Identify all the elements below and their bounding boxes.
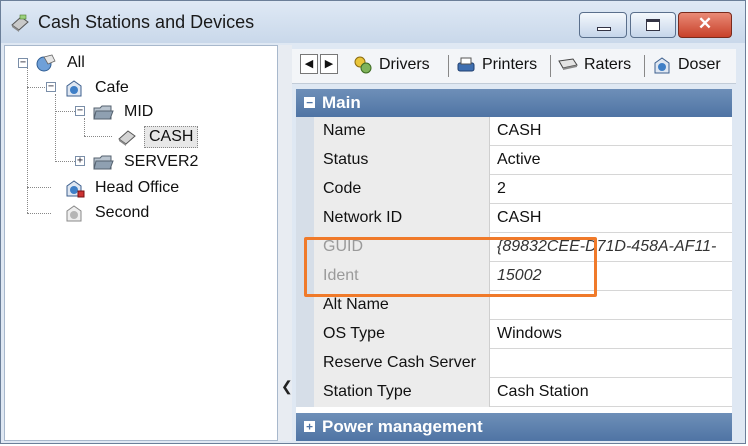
tree-item-head-office[interactable]: Head Office: [63, 177, 183, 199]
expand-section-icon[interactable]: +: [304, 421, 315, 432]
collapse-cafe-toggle[interactable]: −: [46, 82, 56, 92]
property-row-network-id[interactable]: Network ID CASH: [296, 204, 732, 233]
property-value[interactable]: {89832CEE-D71D-458A-AF11-: [490, 233, 732, 262]
property-value[interactable]: CASH: [490, 117, 732, 146]
tree-item-cash[interactable]: CASH: [116, 126, 199, 148]
collapse-mid-toggle[interactable]: −: [75, 106, 85, 116]
cash-station-icon: [11, 14, 29, 32]
rater-icon: [558, 58, 578, 70]
tree-item-server2[interactable]: SERVER2: [92, 151, 202, 173]
property-value[interactable]: CASH: [490, 204, 732, 233]
property-name: GUID: [314, 233, 490, 262]
cash-stations-window: Cash Stations and Devices ✕ − − − + All: [0, 0, 746, 444]
site-icon: [66, 180, 85, 198]
property-row-guid[interactable]: GUID {89832CEE-D71D-458A-AF11-: [296, 233, 732, 262]
toolbar-label: Drivers: [379, 56, 430, 73]
window-title: Cash Stations and Devices: [38, 12, 255, 32]
property-name: Name: [314, 117, 490, 146]
property-row-code[interactable]: Code 2: [296, 175, 732, 204]
property-value[interactable]: [490, 349, 732, 378]
maximize-button[interactable]: [630, 12, 676, 38]
collapse-section-icon[interactable]: −: [304, 97, 315, 108]
tree-item-label: Second: [95, 204, 150, 221]
section-main-header[interactable]: − Main: [296, 89, 732, 117]
toolbar-raters[interactable]: Raters: [557, 55, 631, 75]
title-bar[interactable]: Cash Stations and Devices ✕: [1, 1, 745, 43]
property-value[interactable]: 15002: [490, 262, 732, 291]
tree-item-label: SERVER2: [124, 153, 199, 170]
device-toolbar: ◀ ▶ Drivers Printers Raters Doser: [292, 49, 736, 84]
tree-line: [84, 118, 85, 136]
toolbar-label: Raters: [584, 56, 632, 73]
scroll-left-button[interactable]: ◀: [300, 54, 318, 74]
tree-item-label: All: [67, 54, 85, 71]
station-tree[interactable]: − − − + All Cafe MID CASH SERVER2 Head O…: [4, 45, 278, 441]
doser-icon: [654, 57, 670, 74]
toolbar-printers[interactable]: Printers: [455, 55, 537, 75]
tree-line: [55, 94, 56, 162]
toolbar-separator: [550, 55, 551, 77]
tree-item-all[interactable]: All: [35, 52, 89, 74]
tree-item-second[interactable]: Second: [63, 202, 153, 224]
property-row-os-type[interactable]: OS Type Windows: [296, 320, 732, 349]
tree-line: [27, 187, 51, 188]
property-name: OS Type: [314, 320, 490, 349]
property-name: Code: [314, 175, 490, 204]
cash-station-icon: [118, 130, 136, 146]
network-globe-icon: [36, 54, 56, 72]
close-button[interactable]: ✕: [678, 12, 732, 38]
property-name: Reserve Cash Server: [314, 349, 490, 378]
property-name: Alt Name: [314, 291, 490, 320]
toolbar-doser[interactable]: Doser: [651, 55, 721, 75]
property-row-ident[interactable]: Ident 15002: [296, 262, 732, 291]
tree-item-cafe[interactable]: Cafe: [63, 77, 133, 99]
toolbar-separator: [644, 55, 645, 77]
site-icon: [66, 205, 82, 222]
tree-line: [84, 136, 112, 137]
toolbar-separator: [448, 55, 449, 77]
tree-line: [27, 213, 51, 214]
expand-server2-toggle[interactable]: +: [75, 156, 85, 166]
property-value[interactable]: Windows: [490, 320, 732, 349]
scroll-right-button[interactable]: ▶: [320, 54, 338, 74]
close-icon: ✕: [697, 14, 713, 33]
tree-line: [27, 68, 28, 213]
property-row-reserve-cash-server[interactable]: Reserve Cash Server: [296, 349, 732, 378]
section-title: Main: [322, 93, 361, 112]
section-power-header[interactable]: + Power management: [296, 413, 732, 441]
tree-item-mid[interactable]: MID: [92, 101, 157, 123]
panel-splitter[interactable]: ❮: [278, 45, 293, 441]
tree-item-label: MID: [124, 103, 154, 120]
property-row-alt-name[interactable]: Alt Name: [296, 291, 732, 320]
printer-icon: [457, 57, 475, 72]
site-icon: [66, 80, 82, 97]
property-grid: − Main Name CASH Status Active Code 2 Ne…: [296, 89, 732, 441]
minimize-button[interactable]: [579, 12, 627, 38]
property-row-station-type[interactable]: Station Type Cash Station: [296, 378, 732, 407]
property-name: Status: [314, 146, 490, 175]
property-name: Network ID: [314, 204, 490, 233]
toolbar-drivers[interactable]: Drivers: [352, 55, 430, 75]
property-value[interactable]: Cash Station: [490, 378, 732, 407]
property-name: Ident: [314, 262, 490, 291]
folder-icon: [93, 155, 114, 170]
property-value[interactable]: Active: [490, 146, 732, 175]
tree-item-label: CASH: [144, 126, 199, 148]
property-value[interactable]: 2: [490, 175, 732, 204]
collapse-arrow-icon[interactable]: ❮: [281, 378, 293, 395]
property-name: Station Type: [314, 378, 490, 407]
property-row-status[interactable]: Status Active: [296, 146, 732, 175]
tree-item-label: Head Office: [95, 179, 180, 196]
collapse-all-toggle[interactable]: −: [18, 58, 28, 68]
property-row-name[interactable]: Name CASH: [296, 117, 732, 146]
folder-icon: [93, 105, 114, 120]
toolbar-label: Printers: [482, 56, 538, 73]
toolbar-label: Doser: [678, 56, 721, 73]
property-value[interactable]: [490, 291, 732, 320]
section-title: Power management: [322, 417, 483, 436]
tree-item-label: Cafe: [95, 79, 129, 96]
drivers-icon: [354, 56, 372, 74]
